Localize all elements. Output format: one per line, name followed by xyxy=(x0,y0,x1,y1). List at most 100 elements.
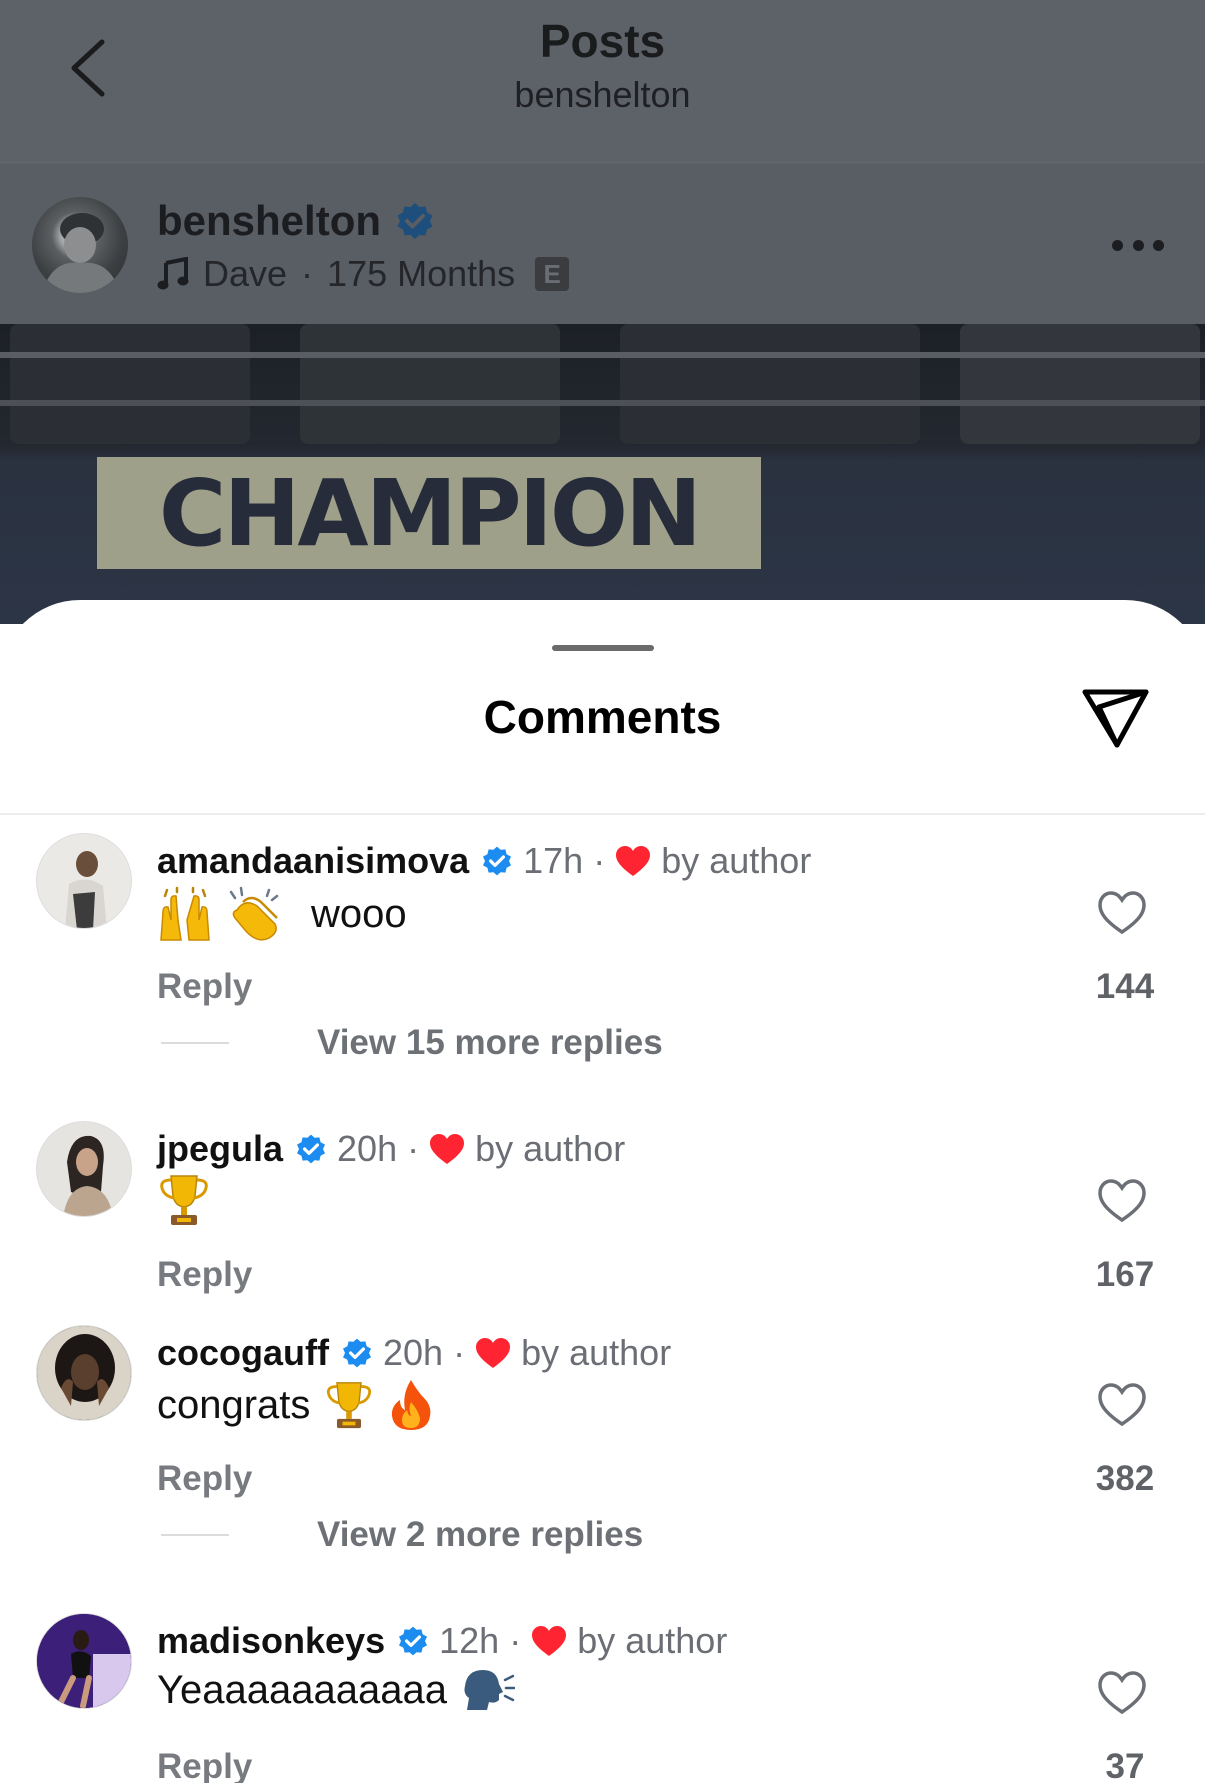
verified-badge-icon xyxy=(297,1134,326,1164)
heart-filled-icon xyxy=(430,1133,465,1164)
photo-crowd-section xyxy=(620,324,920,444)
dot-icon xyxy=(1153,239,1164,251)
top-nav-bar: Posts benshelton xyxy=(0,0,1205,162)
comment-separator: · xyxy=(593,840,606,881)
verified-badge-icon xyxy=(399,1626,428,1656)
heart-filled-icon xyxy=(616,845,651,876)
heart-outline-icon[interactable] xyxy=(1097,1178,1147,1224)
photo-railing xyxy=(0,400,1205,406)
post-header: benshelton Dave · 175 Months E xyxy=(0,162,1205,324)
share-send-icon[interactable] xyxy=(1080,684,1152,750)
raising-hands-emoji-icon xyxy=(160,886,210,941)
post-author[interactable]: benshelton xyxy=(157,197,435,245)
heart-filled-icon xyxy=(476,1337,511,1368)
champion-banner: CHAMPION xyxy=(97,457,761,569)
speaking-head-emoji-icon xyxy=(464,1670,515,1710)
commenter-avatar[interactable] xyxy=(36,833,132,929)
music-track: 175 Months xyxy=(327,253,516,294)
explicit-badge: E xyxy=(535,257,570,291)
reply-button[interactable]: Reply xyxy=(157,1459,252,1499)
view-more-replies-label: View 15 more replies xyxy=(317,1023,663,1062)
view-more-replies-label: View 2 more replies xyxy=(317,1515,644,1554)
comment-body: congrats xyxy=(157,1382,311,1427)
header-divider xyxy=(0,813,1205,815)
clapping-hands-emoji-icon xyxy=(229,886,279,941)
comment-text: wooo xyxy=(157,886,407,942)
page-title: Posts xyxy=(539,15,666,67)
comment-username[interactable]: madisonkeys xyxy=(157,1620,385,1662)
dot-icon xyxy=(1132,239,1144,251)
liked-by-author: by author xyxy=(577,1620,728,1661)
trophy-emoji-icon xyxy=(160,1175,208,1225)
comment-body: wooo xyxy=(311,891,407,936)
like-count: 167 xyxy=(1095,1255,1155,1294)
view-more-replies-button[interactable]: View 2 more replies xyxy=(161,1515,643,1555)
comment-username[interactable]: jpegula xyxy=(157,1128,283,1170)
liked-by-author: by author xyxy=(475,1128,626,1169)
replies-indent-line xyxy=(161,1042,229,1044)
like-count: 37 xyxy=(1105,1747,1145,1783)
more-options-button[interactable] xyxy=(1112,233,1164,257)
music-separator: · xyxy=(301,253,314,294)
reply-button[interactable]: Reply xyxy=(157,1747,252,1783)
photo-crowd-section xyxy=(300,324,560,444)
liked-by-author: by author xyxy=(521,1332,672,1373)
comment-text: congrats xyxy=(157,1378,434,1432)
heart-outline-icon[interactable] xyxy=(1097,1670,1147,1716)
commenter-avatar[interactable] xyxy=(36,1325,132,1421)
view-more-replies-button[interactable]: View 15 more replies xyxy=(161,1023,663,1063)
comment-time: 12h xyxy=(439,1620,500,1661)
page-subtitle: benshelton xyxy=(514,74,691,115)
photo-crowd-section xyxy=(960,324,1200,444)
comment-separator: · xyxy=(509,1620,522,1661)
trophy-emoji-icon xyxy=(327,1382,372,1429)
liked-by-author: by author xyxy=(661,840,812,881)
post-username[interactable]: benshelton xyxy=(157,197,381,245)
commenter-avatar[interactable] xyxy=(36,1613,132,1709)
post-author-avatar[interactable] xyxy=(32,197,128,293)
comment-header: amandaanisimova 17h · by author xyxy=(157,840,811,882)
comment-time: 17h xyxy=(523,840,584,881)
comment-header: cocogauff 20h · by author xyxy=(157,1332,671,1374)
comment-separator: · xyxy=(453,1332,466,1373)
replies-indent-line xyxy=(161,1534,229,1536)
comment-body: Yeaaaaaaaaaaa xyxy=(157,1667,447,1712)
verified-badge-icon xyxy=(397,203,433,239)
avatar-photo xyxy=(42,213,120,293)
post-music-info[interactable]: Dave · 175 Months E xyxy=(157,253,570,295)
comment-time: 20h xyxy=(383,1332,444,1373)
fire-emoji-icon xyxy=(392,1380,431,1430)
sheet-drag-handle[interactable] xyxy=(552,645,654,651)
heart-filled-icon xyxy=(532,1625,567,1656)
like-count: 382 xyxy=(1095,1459,1155,1498)
verified-badge-icon xyxy=(343,1338,372,1368)
avatar-photo xyxy=(37,1326,131,1420)
comments-sheet: Comments amandaanisimova 17h · by author… xyxy=(0,600,1205,1783)
avatar-photo xyxy=(37,1122,131,1216)
commenter-avatar[interactable] xyxy=(36,1121,132,1217)
like-count: 144 xyxy=(1095,967,1155,1006)
comment-time: 20h xyxy=(337,1128,398,1169)
comments-title: Comments xyxy=(483,691,722,743)
banner-text: CHAMPION xyxy=(158,459,702,567)
avatar-photo xyxy=(37,1614,131,1708)
music-note-icon xyxy=(157,257,189,290)
photo-crowd-section xyxy=(10,324,250,444)
heart-outline-icon[interactable] xyxy=(1097,890,1147,936)
music-artist: Dave xyxy=(203,253,288,294)
heart-outline-icon[interactable] xyxy=(1097,1382,1147,1428)
dot-icon xyxy=(1112,239,1123,251)
comment-text xyxy=(157,1172,211,1228)
comment-username[interactable]: cocogauff xyxy=(157,1332,329,1374)
comment-username[interactable]: amandaanisimova xyxy=(157,840,469,882)
reply-button[interactable]: Reply xyxy=(157,1255,252,1295)
reply-button[interactable]: Reply xyxy=(157,967,252,1007)
comment-text: Yeaaaaaaaaaaa xyxy=(157,1666,515,1714)
comment-header: jpegula 20h · by author xyxy=(157,1128,625,1170)
comment-header: madisonkeys 12h · by author xyxy=(157,1620,727,1662)
post-image[interactable]: CHAMPION xyxy=(0,324,1205,624)
verified-badge-icon xyxy=(483,846,512,876)
comment-separator: · xyxy=(407,1128,420,1169)
avatar-photo xyxy=(37,834,131,928)
photo-railing xyxy=(0,352,1205,358)
